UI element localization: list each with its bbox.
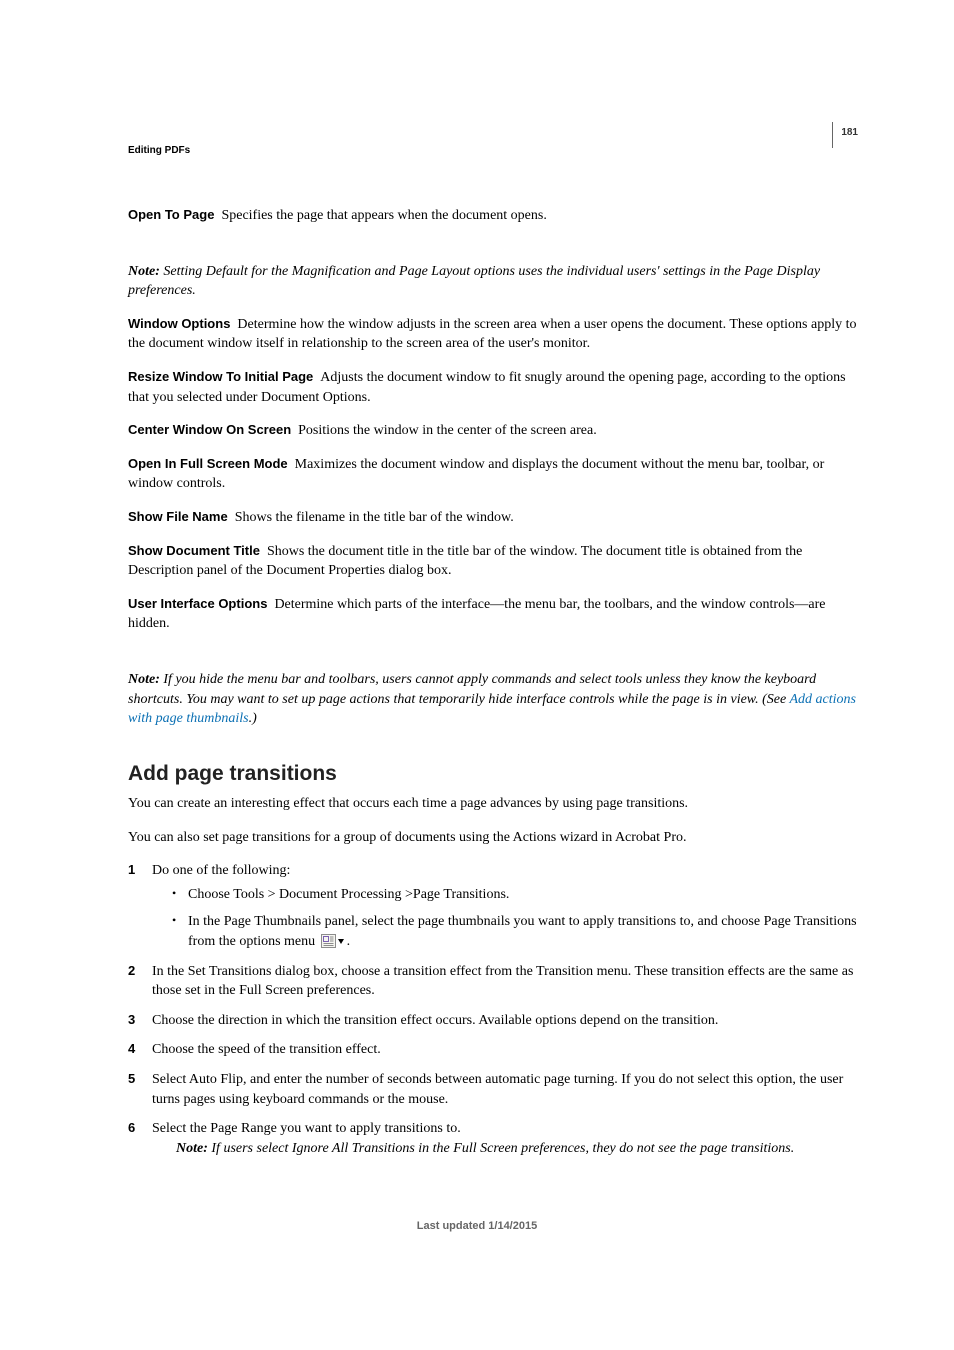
options-menu-icon [321, 934, 345, 948]
definition-full-screen: Open In Full Screen Mode Maximizes the d… [128, 455, 858, 494]
note3-text: If users select Ignore All Transitions i… [211, 1141, 794, 1156]
step-2: In the Set Transitions dialog box, choos… [128, 962, 858, 1001]
intro-p1: You can create an interesting effect tha… [128, 794, 858, 814]
term-center-window: Center Window On Screen [128, 422, 291, 437]
note-text: Setting Default for the Magnification an… [128, 264, 820, 299]
definition-show-doc-title: Show Document Title Shows the document t… [128, 542, 858, 581]
page-footer: Last updated 1/14/2015 [0, 1219, 954, 1234]
term-ui-options: User Interface Options [128, 596, 267, 611]
heading-add-page-transitions: Add page transitions [128, 759, 858, 788]
term-full-screen: Open In Full Screen Mode [128, 456, 288, 471]
step-6-text: Select the Page Range you want to apply … [152, 1121, 461, 1136]
step-1-sublist: Choose Tools > Document Processing >Page… [172, 885, 858, 952]
step-3: Choose the direction in which the transi… [128, 1011, 858, 1031]
step-1-text: Do one of the following: [152, 863, 290, 878]
term-show-doc-title: Show Document Title [128, 543, 260, 558]
note-default-magnification: Note: Setting Default for the Magnificat… [128, 262, 858, 301]
step-5: Select Auto Flip, and enter the number o… [128, 1070, 858, 1109]
definition-ui-options: User Interface Options Determine which p… [128, 595, 858, 634]
step-1b-pre: In the Page Thumbnails panel, select the… [188, 914, 857, 949]
page-number: 181 [841, 127, 858, 138]
note-label-2: Note: [128, 672, 160, 687]
step-1: Do one of the following: Choose Tools > … [128, 861, 858, 951]
term-open-to-page: Open To Page [128, 207, 214, 222]
note-ignore-transitions: Note: If users select Ignore All Transit… [176, 1139, 858, 1159]
note2-post: .) [249, 711, 257, 726]
step-1a: Choose Tools > Document Processing >Page… [172, 885, 858, 905]
term-show-file-name: Show File Name [128, 509, 228, 524]
text-window-options: Determine how the window adjusts in the … [128, 317, 857, 352]
definition-center-window: Center Window On Screen Positions the wi… [128, 421, 858, 441]
intro-p2: You can also set page transitions for a … [128, 828, 858, 848]
step-6: Select the Page Range you want to apply … [128, 1119, 858, 1158]
definition-window-options: Window Options Determine how the window … [128, 315, 858, 354]
page-number-container: 181 [832, 122, 858, 148]
text-center-window: Positions the window in the center of th… [298, 423, 597, 438]
text-show-file-name: Shows the filename in the title bar of t… [235, 510, 514, 525]
term-window-options: Window Options [128, 316, 230, 331]
step-4: Choose the speed of the transition effec… [128, 1040, 858, 1060]
step-1b-post: . [347, 934, 351, 949]
term-resize-window: Resize Window To Initial Page [128, 369, 313, 384]
text-open-to-page: Specifies the page that appears when the… [221, 208, 546, 223]
definition-resize-window: Resize Window To Initial Page Adjusts th… [128, 368, 858, 407]
step-1b: In the Page Thumbnails panel, select the… [172, 912, 858, 951]
steps-list: Do one of the following: Choose Tools > … [128, 861, 858, 1158]
page: 181 Editing PDFs Open To Page Specifies … [0, 0, 954, 1350]
section-header: Editing PDFs [128, 144, 858, 158]
note2-pre: If you hide the menu bar and toolbars, u… [128, 672, 816, 707]
definition-open-to-page: Open To Page Specifies the page that app… [128, 206, 858, 226]
note-hide-menu-bar: Note: If you hide the menu bar and toolb… [128, 670, 858, 729]
note-label: Note: [128, 264, 160, 279]
definition-show-file-name: Show File Name Shows the filename in the… [128, 508, 858, 528]
note-label-3: Note: [176, 1141, 208, 1156]
